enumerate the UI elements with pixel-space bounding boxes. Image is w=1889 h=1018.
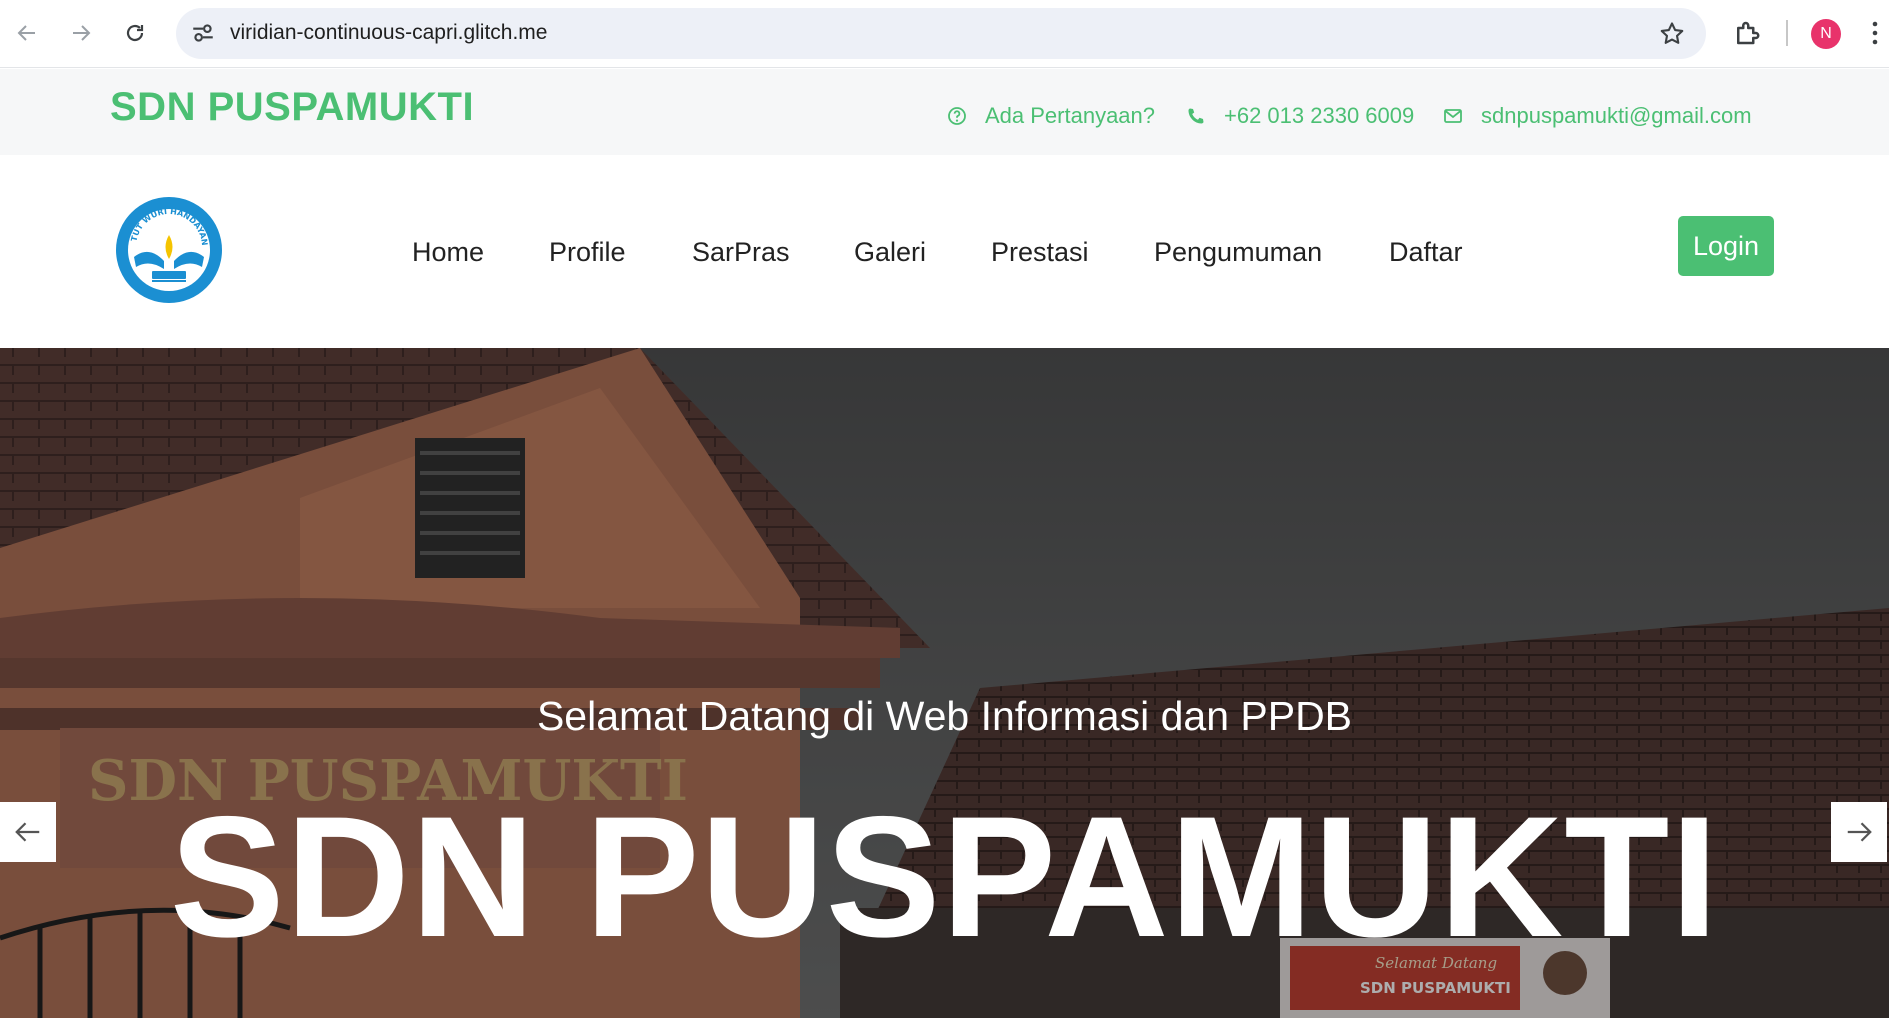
nav-home[interactable]: Home	[412, 237, 484, 268]
hero-slider: SDN PUSPAMUKTI Selamat Datang SDN PUSPAM…	[0, 348, 1889, 1018]
slider-next-button[interactable]	[1831, 802, 1887, 862]
reload-icon	[126, 24, 144, 42]
login-button[interactable]: Login	[1678, 216, 1774, 276]
back-arrow-icon	[17, 25, 35, 41]
nav-prestasi[interactable]: Prestasi	[991, 237, 1089, 268]
back-button[interactable]	[8, 14, 46, 52]
main-navbar: TUT WURI HANDAYANI Home Profile SarPras …	[0, 155, 1889, 348]
email-link[interactable]: sdnpuspamukti@gmail.com	[1443, 103, 1752, 129]
question-link[interactable]: Ada Pertanyaan?	[947, 103, 1155, 129]
url-text[interactable]: viridian-continuous-capri.glitch.me	[230, 21, 547, 45]
site-settings-icon[interactable]	[190, 20, 216, 46]
email-text: sdnpuspamukti@gmail.com	[1481, 103, 1752, 128]
browser-toolbar: viridian-continuous-capri.glitch.me N	[0, 0, 1889, 68]
tut-wuri-handayani-logo[interactable]: TUT WURI HANDAYANI	[114, 195, 224, 305]
extensions-icon[interactable]	[1732, 18, 1762, 48]
address-bar[interactable]: viridian-continuous-capri.glitch.me	[176, 8, 1706, 59]
menu-dots-icon[interactable]	[1870, 18, 1880, 48]
question-text: Ada Pertanyaan?	[985, 103, 1156, 128]
arrow-left-icon	[15, 822, 40, 842]
slider-prev-button[interactable]	[0, 802, 56, 862]
nav-daftar[interactable]: Daftar	[1389, 237, 1463, 268]
nav-pengumuman[interactable]: Pengumuman	[1154, 237, 1322, 268]
forward-button[interactable]	[62, 14, 100, 52]
phone-text: +62 013 2330 6009	[1224, 103, 1415, 128]
top-info-bar: SDN PUSPAMUKTI Ada Pertanyaan? +62 013 2…	[0, 69, 1889, 155]
envelope-icon	[1444, 109, 1462, 123]
question-circle-icon	[948, 107, 966, 125]
hero-headline: SDN PUSPAMUKTI	[169, 781, 1720, 973]
reload-button[interactable]	[116, 14, 154, 52]
phone-icon	[1188, 108, 1204, 124]
nav-galeri[interactable]: Galeri	[854, 237, 926, 268]
bookmark-star-icon[interactable]	[1658, 20, 1686, 48]
toolbar-divider	[1786, 20, 1788, 46]
arrow-right-icon	[1847, 822, 1872, 842]
forward-arrow-icon	[73, 25, 91, 41]
profile-avatar[interactable]: N	[1811, 19, 1841, 49]
hero-welcome-text: Selamat Datang di Web Informasi dan PPDB	[536, 693, 1353, 739]
nav-sarpras[interactable]: SarPras	[692, 237, 790, 268]
phone-link[interactable]: +62 013 2330 6009	[1186, 103, 1414, 129]
nav-profile[interactable]: Profile	[549, 237, 626, 268]
site-brand[interactable]: SDN PUSPAMUKTI	[110, 85, 474, 130]
